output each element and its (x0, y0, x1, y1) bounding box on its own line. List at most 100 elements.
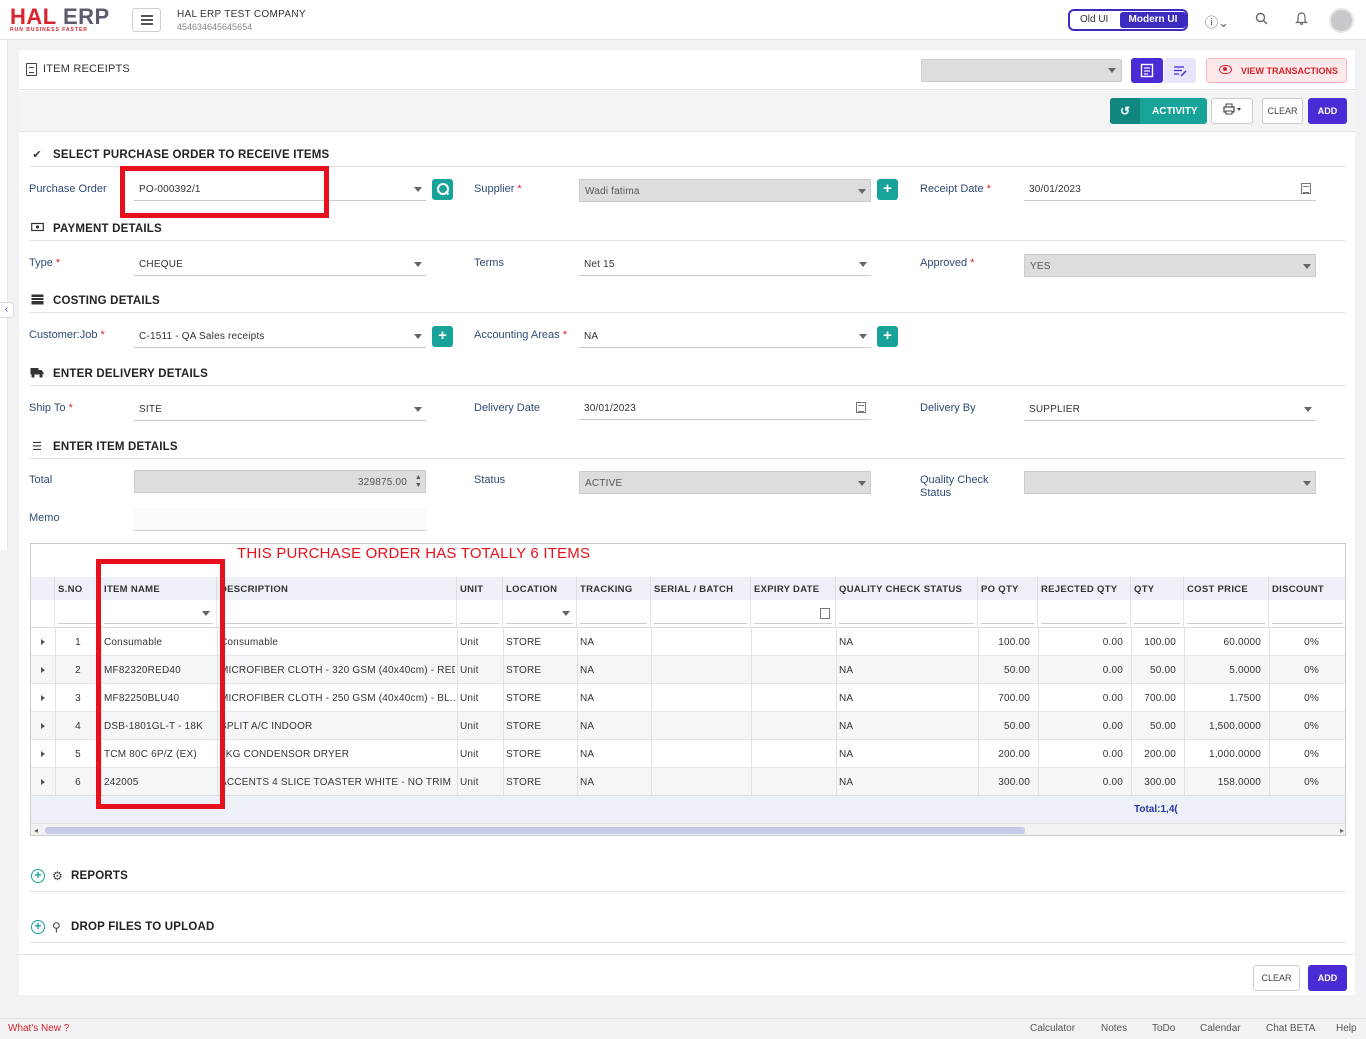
expand-plus-icon[interactable]: + (31, 869, 45, 883)
calendar-icon[interactable] (1301, 183, 1311, 194)
grid-header-serial-batch[interactable]: SERIAL / BATCH (651, 577, 751, 600)
modern-ui-option[interactable]: Modern UI (1120, 12, 1186, 28)
grid-filter-input[interactable] (839, 604, 974, 624)
grid-header-qty[interactable]: QTY (1131, 577, 1184, 600)
grid-filter-cell[interactable] (836, 600, 978, 628)
hal-erp-logo[interactable]: HAL ERP RUN BUSINESS FASTER (10, 6, 120, 34)
type-select[interactable]: CHEQUE (134, 253, 426, 276)
sidebar-expand-chevron-icon[interactable]: ‹ (0, 302, 14, 318)
chevron-down-icon[interactable] (562, 611, 570, 616)
hamburger-menu-icon[interactable] (132, 8, 161, 32)
search-purchase-order-button[interactable] (432, 179, 453, 200)
help-link[interactable]: Help (1336, 1023, 1357, 1034)
approved-select[interactable]: YES (1024, 254, 1316, 277)
upload-files-accordion[interactable]: + ⚲ DROP FILES TO UPLOAD (29, 917, 1345, 943)
add-accounting-area-button[interactable]: + (877, 326, 898, 347)
grid-header-expiry-date[interactable]: EXPIRY DATE (751, 577, 836, 600)
grid-filter-cell[interactable] (217, 600, 457, 628)
chat-link[interactable]: Chat BETA (1266, 1023, 1315, 1034)
grid-header-po-qty[interactable]: PO QTY (978, 577, 1038, 600)
customer-job-select[interactable]: C-1511 - QA Sales receipts (134, 325, 426, 348)
ship-to-select[interactable]: SITE (134, 398, 426, 421)
grid-filter-cell[interactable] (1269, 600, 1345, 628)
reports-accordion[interactable]: + ⚙ REPORTS (29, 866, 1345, 892)
grid-header-description[interactable]: DESCRIPTION (217, 577, 457, 600)
search-icon[interactable] (1255, 12, 1268, 28)
row-expand-caret-icon[interactable] (41, 723, 45, 729)
grid-filter-input[interactable] (58, 604, 97, 624)
grid-filter-cell[interactable] (751, 600, 836, 628)
form-view-button[interactable] (1131, 58, 1163, 83)
scroll-left-arrow-icon[interactable]: ◂ (34, 826, 38, 835)
grid-filter-cell[interactable] (978, 600, 1038, 628)
grid-filter-cell[interactable] (55, 600, 101, 628)
delivery-by-select[interactable]: SUPPLIER (1024, 398, 1316, 421)
quality-check-status-select[interactable] (1024, 471, 1316, 494)
status-select[interactable]: ACTIVE (579, 471, 871, 494)
info-icon[interactable]: ⓘ⌄ (1205, 12, 1229, 31)
grid-filter-cell[interactable] (1131, 600, 1184, 628)
notes-link[interactable]: Notes (1101, 1023, 1127, 1034)
grid-filter-cell[interactable] (1184, 600, 1269, 628)
grid-filter-input[interactable] (580, 604, 647, 624)
add-customer-job-button[interactable]: + (432, 326, 453, 347)
grid-header-unit[interactable]: UNIT (457, 577, 503, 600)
ui-mode-toggle[interactable]: Old UI Modern UI (1068, 9, 1188, 31)
grid-filter-cell[interactable] (651, 600, 751, 628)
calendar-icon[interactable] (820, 608, 830, 619)
header-select[interactable] (921, 59, 1122, 82)
row-expand-caret-icon[interactable] (41, 695, 45, 701)
grid-filter-cell[interactable] (577, 600, 651, 628)
grid-header-discount[interactable]: DISCOUNT (1269, 577, 1345, 600)
grid-header-rejected-qty[interactable]: REJECTED QTY (1038, 577, 1131, 600)
grid-header-cost-price[interactable]: COST PRICE (1184, 577, 1269, 600)
row-expand-caret-icon[interactable] (41, 667, 45, 673)
calendar-link[interactable]: Calendar (1200, 1023, 1241, 1034)
spinner-arrows-icon[interactable]: ▲ ▼ (415, 474, 422, 490)
row-expand-caret-icon[interactable] (41, 639, 45, 645)
grid-filter-input[interactable] (981, 604, 1034, 624)
calculator-link[interactable]: Calculator (1030, 1023, 1075, 1034)
grid-horizontal-scrollbar[interactable]: ◂ ▸ (31, 823, 1345, 835)
grid-filter-cell[interactable] (1038, 600, 1131, 628)
grid-filter-input[interactable] (654, 604, 747, 624)
receipt-date-field[interactable]: 30/01/2023 (1024, 178, 1316, 201)
grid-filter-input[interactable] (1134, 604, 1180, 624)
activity-button[interactable]: ↺ ACTIVITY (1110, 98, 1207, 124)
grid-header-s-no[interactable]: S.NO (55, 577, 101, 600)
total-field[interactable]: 329875.00 ▲ ▼ (134, 470, 426, 493)
grid-filter-cell[interactable] (503, 600, 577, 628)
row-expand-caret-icon[interactable] (41, 751, 45, 757)
memo-field[interactable] (134, 508, 426, 531)
grid-header-quality-check-status[interactable]: QUALITY CHECK STATUS (836, 577, 978, 600)
grid-filter-input[interactable] (220, 604, 453, 624)
view-transactions-button[interactable]: VIEW TRANSACTIONS (1206, 58, 1347, 83)
grid-header-location[interactable]: LOCATION (503, 577, 577, 600)
whats-new-link[interactable]: What's New ? (8, 1023, 69, 1034)
notification-bell-icon[interactable] (1295, 12, 1308, 29)
print-button[interactable] (1211, 98, 1253, 124)
calendar-icon[interactable] (856, 402, 866, 413)
add-supplier-button[interactable]: + (877, 179, 898, 200)
old-ui-option[interactable]: Old UI (1080, 14, 1108, 25)
add-button-top[interactable]: ADD (1308, 98, 1347, 124)
grid-filter-cell[interactable] (457, 600, 503, 628)
user-avatar[interactable] (1329, 8, 1354, 33)
grid-header-tracking[interactable]: TRACKING (577, 577, 651, 600)
grid-filter-input[interactable] (1187, 604, 1265, 624)
todo-link[interactable]: ToDo (1152, 1023, 1175, 1034)
grid-filter-input[interactable] (1041, 604, 1127, 624)
clear-button-bottom[interactable]: CLEAR (1253, 965, 1300, 991)
list-edit-view-button[interactable] (1164, 58, 1196, 83)
grid-filter-input[interactable] (1272, 604, 1343, 624)
delivery-date-field[interactable]: 30/01/2023 (579, 397, 871, 420)
grid-filter-input[interactable] (460, 604, 499, 624)
scrollbar-thumb[interactable] (45, 827, 1025, 834)
add-button-bottom[interactable]: ADD (1308, 965, 1347, 991)
terms-select[interactable]: Net 15 (579, 253, 871, 276)
expand-plus-icon[interactable]: + (31, 920, 45, 934)
supplier-select[interactable]: Wadi fatima (579, 179, 871, 202)
row-expand-caret-icon[interactable] (41, 779, 45, 785)
clear-button-top[interactable]: CLEAR (1262, 98, 1303, 124)
accounting-areas-select[interactable]: NA (579, 325, 871, 348)
